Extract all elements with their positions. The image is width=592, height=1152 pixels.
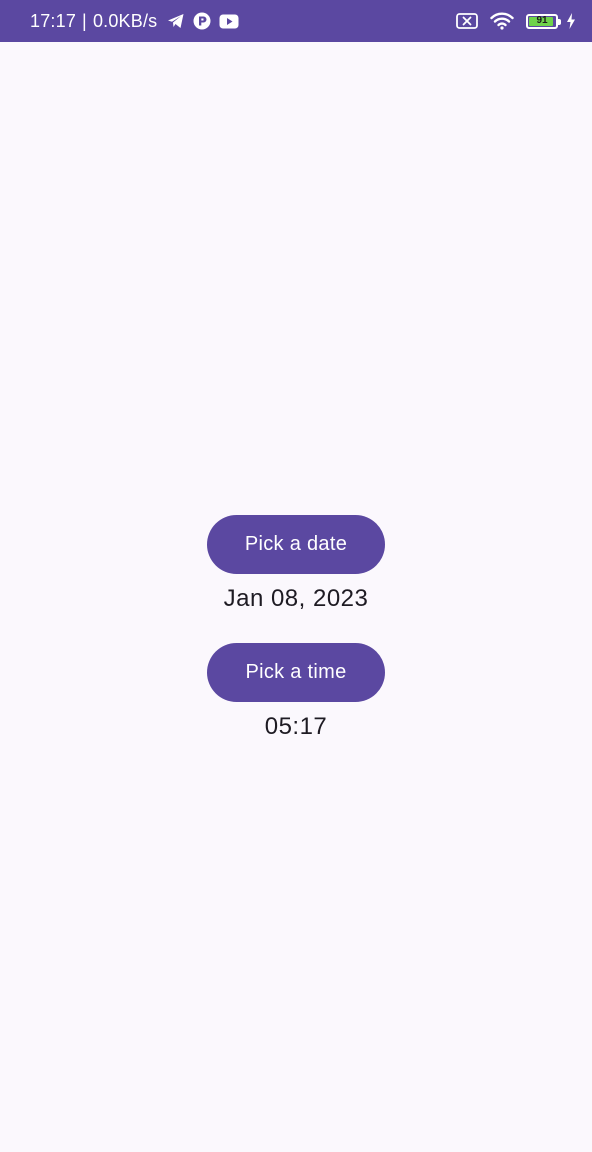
pick-time-button[interactable]: Pick a time [207,643,385,702]
main-content: Pick a date Jan 08, 2023 Pick a time 05:… [0,42,592,1152]
sim-crossed-icon [456,13,478,29]
battery-level: 91 [536,15,548,26]
wifi-icon [490,12,514,30]
network-speed: 0.0KB/s [92,10,158,31]
status-right: 91 [456,12,576,30]
battery-cap [558,18,561,25]
status-separator: | [82,10,87,31]
status-time: 17:17 [30,10,77,31]
pick-date-button[interactable]: Pick a date [207,515,385,574]
selected-date-text: Jan 08, 2023 [223,585,369,612]
battery-icon: 91 [526,13,561,29]
youtube-icon [219,14,239,29]
status-left: 17:17 | 0.0KB/s [30,11,239,32]
app-notification-icon [193,12,211,30]
telegram-icon [167,13,185,29]
notification-icons [167,12,239,30]
charging-icon [566,13,576,29]
status-bar: 17:17 | 0.0KB/s 91 [0,0,592,42]
selected-time-text: 05:17 [264,713,328,740]
